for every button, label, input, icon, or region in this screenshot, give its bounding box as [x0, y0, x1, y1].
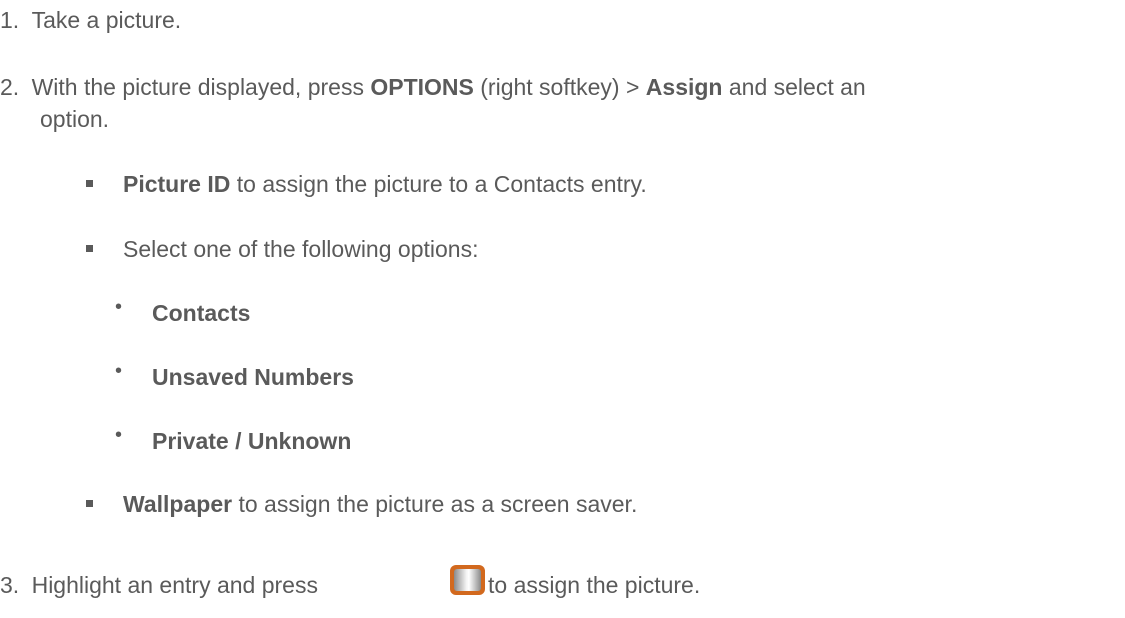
option-contacts: Contacts [152, 299, 250, 327]
square-bullet-icon [86, 245, 93, 252]
assign-label: Assign [645, 74, 723, 100]
sub-item-wallpaper-bold: Wallpaper [123, 491, 233, 517]
step-2-text-before: With the picture displayed, press [31, 74, 371, 100]
step-3-text-before: Highlight an entry and press [31, 572, 318, 598]
step-3: 3. Highlight an entry and press [0, 571, 318, 599]
sub-item-picture-id-text: to assign the picture to a Contacts entr… [230, 171, 647, 197]
ok-key-face [454, 569, 481, 591]
step-2-continuation: option. [40, 106, 110, 132]
dot-bullet-icon: • [115, 424, 123, 446]
step-3-text-after: to assign the picture. [488, 572, 701, 598]
step-2-text: With the picture displayed, press OPTION… [32, 74, 866, 100]
sub-item-wallpaper-text: to assign the picture as a screen saver. [232, 491, 638, 517]
sub-item-select-options: Select one of the following options: [123, 236, 479, 262]
dot-bullet-icon: • [115, 360, 123, 382]
step-1-number: 1. [0, 7, 20, 33]
step-1-text: Take a picture. [31, 7, 182, 33]
dot-bullet-icon: • [115, 296, 123, 318]
option-private-unknown: Private / Unknown [152, 427, 351, 455]
option-unsaved-numbers-label: Unsaved Numbers [152, 364, 354, 390]
options-label: OPTIONS [370, 74, 474, 100]
step-1: 1. Take a picture. [0, 6, 181, 34]
step-3-number: 3. [0, 572, 20, 598]
step-2: 2. With the picture displayed, press OPT… [0, 73, 866, 101]
sub-item-wallpaper: Wallpaper to assign the picture as a scr… [123, 490, 637, 518]
step-2-text-mid: (right softkey) > [473, 74, 646, 100]
sub-item-picture-id: Picture ID to assign the picture to a Co… [123, 170, 647, 198]
square-bullet-icon [86, 500, 93, 507]
sub-item-picture-id-bold: Picture ID [123, 171, 231, 197]
ok-key-icon [450, 565, 485, 595]
square-bullet-icon [86, 180, 93, 187]
option-private-unknown-label: Private / Unknown [152, 428, 352, 454]
option-contacts-label: Contacts [152, 300, 251, 326]
step-2-text-after: and select an [722, 74, 866, 100]
option-unsaved-numbers: Unsaved Numbers [152, 363, 354, 391]
step-2-number: 2. [0, 74, 20, 100]
